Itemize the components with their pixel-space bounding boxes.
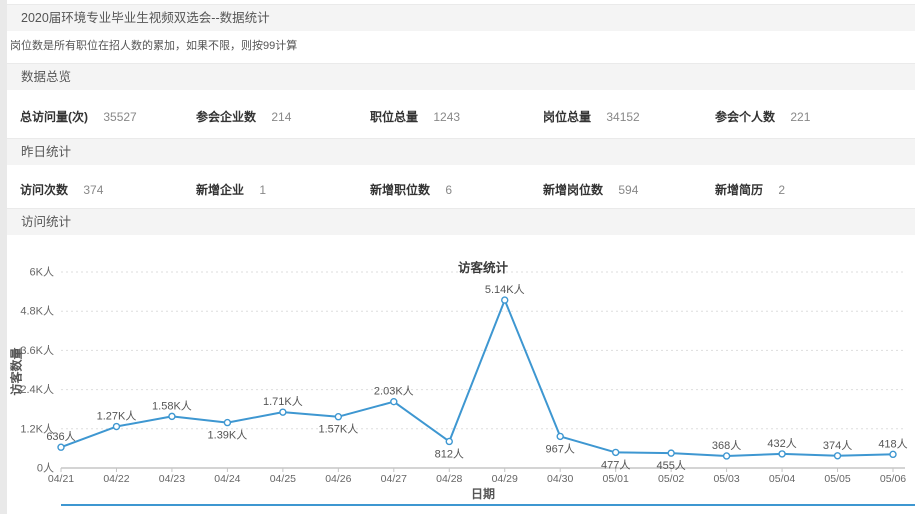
stat-label: 参会个人数 [715,110,775,124]
svg-text:05/02: 05/02 [658,473,684,485]
svg-text:636人: 636人 [46,430,75,443]
svg-text:04/22: 04/22 [103,473,129,485]
svg-text:1.57K人: 1.57K人 [318,423,358,436]
svg-text:04/24: 04/24 [214,473,240,485]
page-title: 2020届环境专业毕业生视频双选会--数据统计 [21,11,270,25]
stat-value: 6 [445,183,452,197]
svg-text:812人: 812人 [435,447,464,460]
svg-text:3.6K人: 3.6K人 [20,344,54,357]
section-title-overview: 数据总览 [21,70,71,84]
stat-value: 374 [83,183,103,197]
svg-text:05/04: 05/04 [769,473,795,485]
svg-text:368人: 368人 [712,439,741,452]
visitor-line-chart[interactable]: 0人1.2K人2.4K人3.6K人4.8K人6K人04/2104/2204/23… [0,245,915,505]
svg-text:1.58K人: 1.58K人 [152,399,192,412]
stat-label: 职位总量 [370,110,418,124]
stat-label: 新增简历 [715,183,763,197]
chart-y-axis-title: 访客数量 [8,340,25,404]
svg-text:2.4K人: 2.4K人 [20,383,54,396]
svg-text:1.39K人: 1.39K人 [208,429,248,442]
stat-new-resumes: 新增简历 2 [702,181,915,198]
note-text: 岗位数是所有职位在招人数的累加，如果不限，则按99计算 [10,37,297,53]
stat-value: 35527 [103,110,136,124]
stat-label: 总访问量(次) [20,110,88,124]
svg-text:04/25: 04/25 [270,473,296,485]
stat-label: 参会企业数 [196,110,256,124]
svg-text:05/06: 05/06 [880,473,906,485]
stat-value: 594 [618,183,638,197]
section-header-visits: 访问统计 [7,208,915,235]
stat-companies: 参会企业数 214 [183,108,357,125]
svg-text:04/26: 04/26 [325,473,351,485]
svg-text:04/30: 04/30 [547,473,573,485]
visitor-line-chart-canvas[interactable]: 0人1.2K人2.4K人3.6K人4.8K人6K人04/2104/2204/23… [0,245,915,505]
chart-title: 访客统计 [61,257,905,276]
overview-stats-row: 总访问量(次) 35527 参会企业数 214 职位总量 1243 岗位总量 3… [7,108,915,125]
stat-label: 岗位总量 [543,110,591,124]
svg-text:967人: 967人 [546,442,575,455]
stat-value: 34152 [606,110,639,124]
svg-text:5.14K人: 5.14K人 [485,283,525,296]
svg-text:05/05: 05/05 [824,473,850,485]
svg-text:05/03: 05/03 [713,473,739,485]
svg-text:6K人: 6K人 [30,266,54,279]
svg-text:04/23: 04/23 [159,473,185,485]
svg-text:418人: 418人 [878,437,907,450]
chart-x-axis-title: 日期 [61,485,905,502]
stat-value: 214 [271,110,291,124]
stat-value: 1243 [433,110,460,124]
section-header-yesterday: 昨日统计 [7,138,915,165]
svg-text:374人: 374人 [823,439,852,452]
svg-text:455人: 455人 [656,459,685,472]
stat-value: 2 [778,183,785,197]
stat-total-visits: 总访问量(次) 35527 [7,108,183,125]
svg-text:04/29: 04/29 [492,473,518,485]
stat-label: 新增职位数 [370,183,430,197]
stat-label: 访问次数 [20,183,68,197]
svg-text:432人: 432人 [767,437,796,450]
svg-text:477人: 477人 [601,458,630,471]
svg-text:4.8K人: 4.8K人 [20,305,54,318]
svg-text:05/01: 05/01 [603,473,629,485]
yesterday-stats-row: 访问次数 374 新增企业 1 新增职位数 6 新增岗位数 594 新增简历 2 [7,181,915,198]
svg-text:04/27: 04/27 [381,473,407,485]
section-header-overview: 数据总览 [7,63,915,90]
svg-text:04/28: 04/28 [436,473,462,485]
stat-value: 221 [790,110,810,124]
section-title-yesterday: 昨日统计 [21,145,71,159]
stat-value: 1 [259,183,266,197]
svg-text:04/21: 04/21 [48,473,74,485]
stat-new-jobs: 新增岗位数 594 [530,181,702,198]
bottom-divider-line [61,504,915,506]
stat-total-positions: 职位总量 1243 [357,108,530,125]
section-title-visits: 访问统计 [21,215,71,229]
stat-total-jobs: 岗位总量 34152 [530,108,702,125]
stat-visit-count: 访问次数 374 [7,181,183,198]
stat-label: 新增企业 [196,183,244,197]
stat-individuals: 参会个人数 221 [702,108,915,125]
stat-label: 新增岗位数 [543,183,603,197]
stat-new-positions: 新增职位数 6 [357,181,530,198]
stat-new-companies: 新增企业 1 [183,181,357,198]
svg-text:1.71K人: 1.71K人 [263,395,303,408]
svg-text:2.03K人: 2.03K人 [374,385,414,398]
svg-text:1.27K人: 1.27K人 [97,410,137,423]
page-header-bar: 2020届环境专业毕业生视频双选会--数据统计 [7,4,915,31]
